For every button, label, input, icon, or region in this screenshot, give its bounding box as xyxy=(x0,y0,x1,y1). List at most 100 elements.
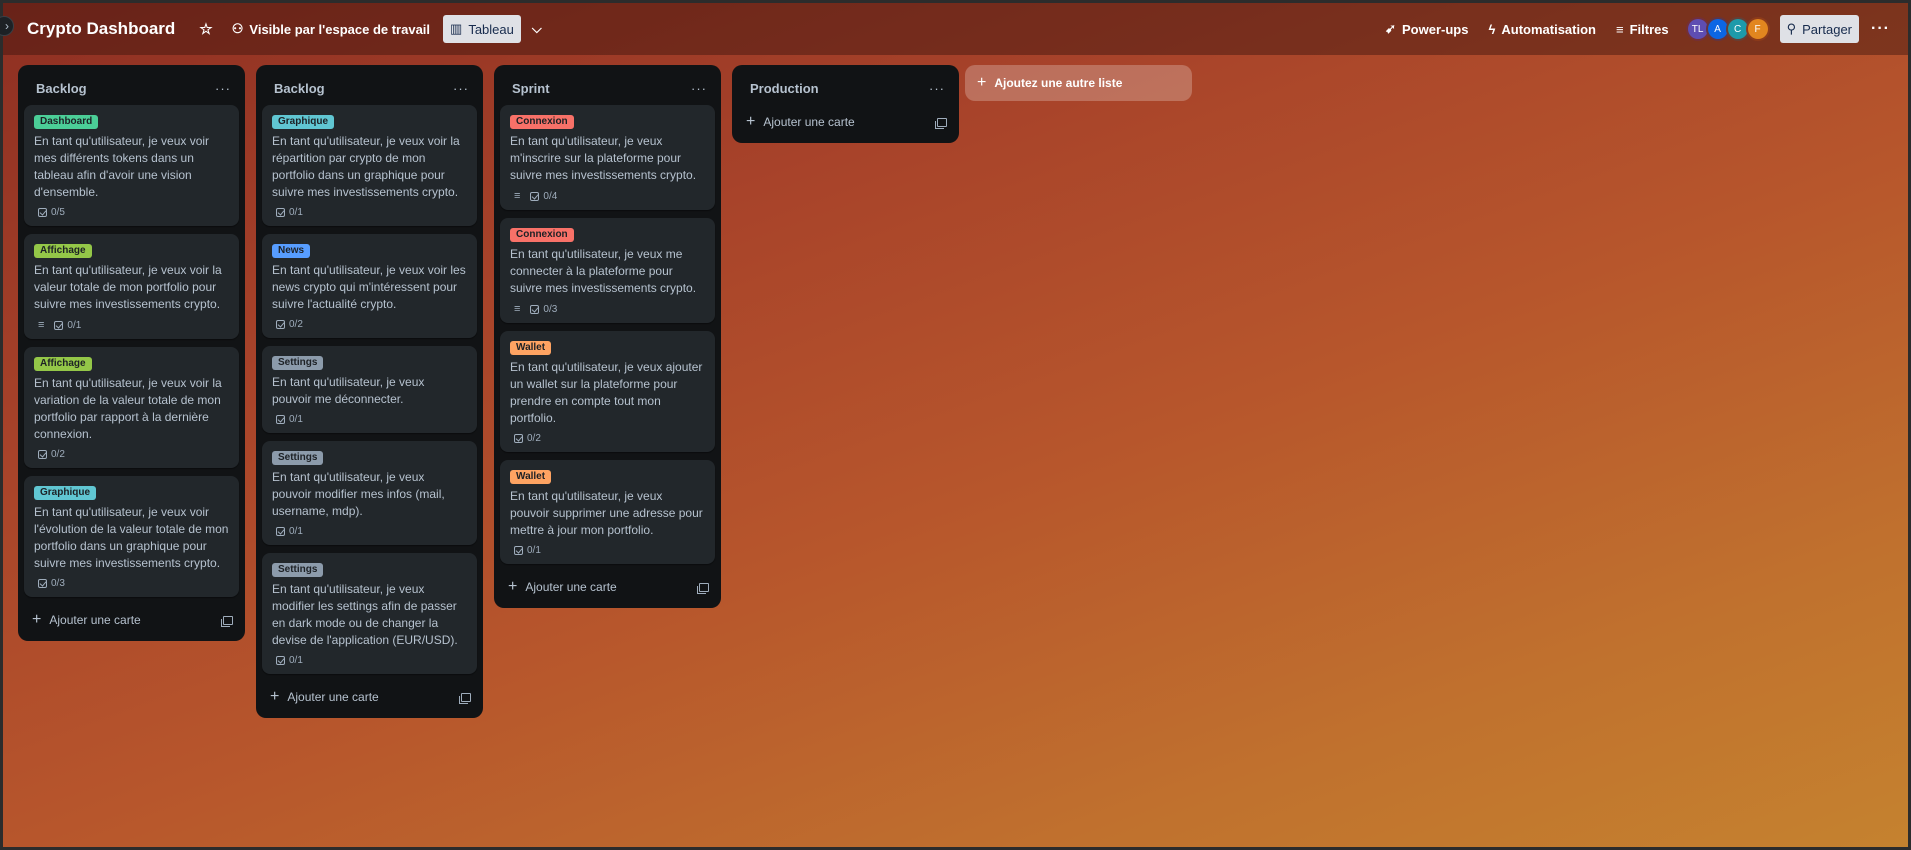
add-person-icon: ⚲ xyxy=(1786,21,1797,36)
card-label: Settings xyxy=(272,563,324,577)
list-title[interactable]: Backlog xyxy=(274,81,325,96)
card[interactable]: Dashboard En tant qu'utilisateur, je veux… xyxy=(24,105,239,226)
filters-button[interactable]: ≡ Filtres xyxy=(1609,15,1676,43)
list-footer: + Ajouter une carte xyxy=(738,107,953,137)
card-label: Wallet xyxy=(510,341,552,355)
list-footer: + Ajouter une carte xyxy=(500,572,715,602)
list-title[interactable]: Backlog xyxy=(36,81,87,96)
board-view-label: Tableau xyxy=(468,21,514,37)
automation-button[interactable]: ϟ Automatisation xyxy=(1481,15,1603,43)
add-card-label: Ajouter une carte xyxy=(763,115,855,129)
add-card-button[interactable]: + Ajouter une carte xyxy=(270,688,379,706)
board-canvas: Crypto Dashboard ☆ ⚇ Visible par l'espac… xyxy=(0,0,1911,850)
checklist-count: 0/2 xyxy=(289,319,303,330)
list-column: Backlog ··· Dashboard En tant qu'utilisateu… xyxy=(18,65,245,641)
checklist-count: 0/1 xyxy=(67,319,82,331)
card-badges: 0/1 xyxy=(272,526,467,537)
board-title[interactable]: Crypto Dashboard xyxy=(27,19,175,39)
card-title: En tant qu'utilisateur, je veux voir la … xyxy=(272,134,460,199)
list-menu-icon[interactable]: ··· xyxy=(453,81,469,96)
card-badges: 0/3 xyxy=(34,578,229,589)
template-icon[interactable] xyxy=(459,692,471,704)
people-icon: ⚇ xyxy=(231,21,244,36)
chevron-down-icon[interactable]: ⌵ xyxy=(525,15,549,43)
description-icon: ≡ xyxy=(38,319,45,331)
card[interactable]: Connexion En tant qu'utilisateur, je veux… xyxy=(500,218,715,323)
card-badges: ≡ 0/1 xyxy=(34,319,229,331)
visibility-button[interactable]: ⚇ Visible par l'espace de travail xyxy=(225,15,437,43)
plus-icon: + xyxy=(270,688,280,705)
card[interactable]: Wallet En tant qu'utilisateur, je veux aj… xyxy=(500,331,715,452)
visibility-label: Visible par l'espace de travail xyxy=(249,21,431,37)
checklist-icon xyxy=(276,320,285,329)
card-title: En tant qu'utilisateur, je veux pouvoir … xyxy=(272,375,425,406)
checklist-badge: 0/1 xyxy=(276,655,303,666)
checklist-count: 0/5 xyxy=(51,207,65,218)
list-footer: + Ajouter une carte xyxy=(262,682,477,712)
add-card-label: Ajouter une carte xyxy=(525,580,617,594)
checklist-icon xyxy=(530,304,540,314)
card-label: Connexion xyxy=(510,228,574,242)
list-header: Backlog ··· xyxy=(262,71,477,105)
card[interactable]: Affichage En tant qu'utilisateur, je veux… xyxy=(24,234,239,339)
add-list-button[interactable]: + Ajoutez une autre liste xyxy=(965,65,1192,101)
list-header: Sprint ··· xyxy=(500,71,715,105)
card-title: En tant qu'utilisateur, je veux pouvoir … xyxy=(272,470,445,518)
card[interactable]: Wallet En tant qu'utilisateur, je veux po… xyxy=(500,460,715,564)
plus-icon: + xyxy=(32,611,42,628)
checklist-icon xyxy=(54,320,64,330)
card-badges: 0/1 xyxy=(272,655,467,666)
powerups-button[interactable]: ➹ Power-ups xyxy=(1378,15,1475,43)
share-button[interactable]: ⚲ Partager xyxy=(1779,15,1860,43)
card[interactable]: Graphique En tant qu'utilisateur, je veux… xyxy=(262,105,477,226)
powerups-label: Power-ups xyxy=(1402,21,1469,37)
template-icon[interactable] xyxy=(697,582,709,594)
board-view-button[interactable]: ▥ Tableau xyxy=(443,15,521,43)
template-icon[interactable] xyxy=(221,615,233,627)
filters-label: Filtres xyxy=(1629,21,1669,37)
card-badges: 0/5 xyxy=(34,207,229,218)
list-title[interactable]: Production xyxy=(750,81,819,96)
automation-label: Automatisation xyxy=(1501,21,1596,37)
plus-icon: + xyxy=(508,578,518,595)
header-actions: ➹ Power-ups ϟ Automatisation ≡ Filtres T… xyxy=(1378,15,1896,43)
checklist-icon xyxy=(38,208,47,217)
list-menu-icon[interactable]: ··· xyxy=(691,81,707,96)
star-icon[interactable]: ☆ xyxy=(193,15,218,43)
template-icon[interactable] xyxy=(935,117,947,129)
more-options-icon[interactable]: ··· xyxy=(1865,15,1896,43)
checklist-count: 0/1 xyxy=(289,207,303,218)
card[interactable]: Settings En tant qu'utilisateur, je veux … xyxy=(262,553,477,674)
card-badges: ≡ 0/4 xyxy=(510,190,705,202)
checklist-count: 0/4 xyxy=(543,190,558,202)
list-menu-icon[interactable]: ··· xyxy=(929,81,945,96)
card[interactable]: Affichage En tant qu'utilisateur, je veux… xyxy=(24,347,239,468)
card-badges: 0/2 xyxy=(272,319,467,330)
card-title: En tant qu'utilisateur, je veux pouvoir … xyxy=(510,489,703,537)
avatar[interactable]: F xyxy=(1745,17,1770,41)
card[interactable]: Settings En tant qu'utilisateur, je veux … xyxy=(262,441,477,545)
checklist-badge: 0/5 xyxy=(38,207,65,218)
add-list-label: Ajoutez une autre liste xyxy=(994,76,1123,90)
card[interactable]: Settings En tant qu'utilisateur, je veux … xyxy=(262,346,477,433)
rocket-icon: ➹ xyxy=(1385,21,1397,36)
card-label: Graphique xyxy=(272,115,335,129)
checklist-count: 0/1 xyxy=(289,655,303,666)
list-menu-icon[interactable]: ··· xyxy=(215,81,231,96)
add-card-button[interactable]: + Ajouter une carte xyxy=(32,611,141,629)
checklist-count: 0/3 xyxy=(543,303,558,315)
card-label: Affichage xyxy=(34,357,92,371)
card[interactable]: Graphique En tant qu'utilisateur, je veux… xyxy=(24,476,239,597)
card-title: En tant qu'utilisateur, je veux voir mes… xyxy=(34,134,210,199)
card[interactable]: Connexion En tant qu'utilisateur, je veux… xyxy=(500,105,715,210)
card-label: Affichage xyxy=(34,244,92,258)
checklist-badge: 0/1 xyxy=(54,320,81,331)
checklist-count: 0/1 xyxy=(289,414,303,425)
card-title: En tant qu'utilisateur, je veux me conne… xyxy=(510,247,697,295)
add-card-button[interactable]: + Ajouter une carte xyxy=(508,578,617,596)
list-title[interactable]: Sprint xyxy=(512,81,550,96)
checklist-icon xyxy=(530,191,540,201)
add-card-button[interactable]: + Ajouter une carte xyxy=(746,113,855,131)
card[interactable]: News En tant qu'utilisateur, je veux voir… xyxy=(262,234,477,338)
checklist-icon xyxy=(276,208,285,217)
